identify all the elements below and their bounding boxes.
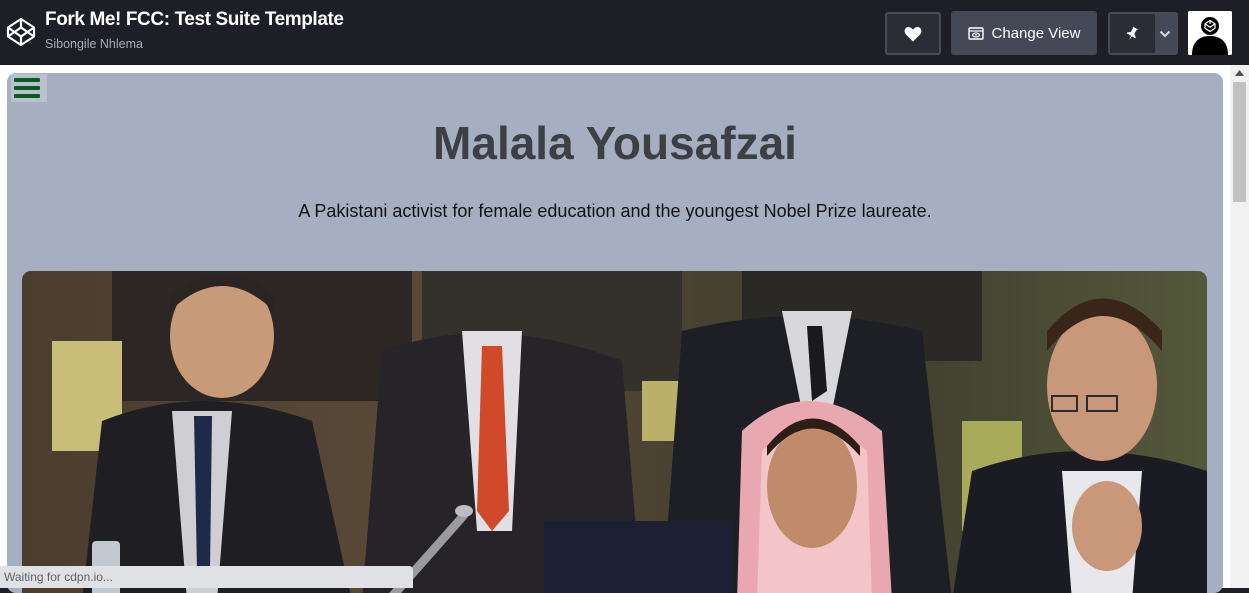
tribute-photo — [22, 271, 1207, 593]
pen-author[interactable]: Sibongile Nhlema — [45, 37, 143, 51]
scroll-up-icon[interactable] — [1230, 65, 1249, 81]
change-view-button[interactable]: Change View — [951, 11, 1097, 55]
pin-button[interactable] — [1110, 14, 1155, 53]
heart-button[interactable] — [885, 12, 941, 55]
hamburger-menu-icon[interactable] — [11, 74, 47, 102]
preview-frame: Malala Yousafzai A Pakistani activist fo… — [0, 65, 1249, 593]
pen-title[interactable]: Fork Me! FCC: Test Suite Template — [45, 9, 344, 31]
avatar-silhouette-icon — [1188, 11, 1232, 55]
editor-header: Fork Me! FCC: Test Suite Template Sibong… — [0, 0, 1249, 65]
change-view-label: Change View — [991, 24, 1081, 42]
page-title: Malala Yousafzai — [433, 117, 797, 169]
pin-button-group — [1108, 12, 1178, 55]
page-scrollbar[interactable] — [1230, 65, 1249, 588]
heart-icon — [904, 26, 922, 41]
eye-icon — [967, 26, 984, 40]
page-subtitle: A Pakistani activist for female educatio… — [298, 201, 932, 221]
tribute-page: Malala Yousafzai A Pakistani activist fo… — [7, 73, 1223, 593]
pin-icon — [1126, 25, 1139, 40]
pin-dropdown-button[interactable] — [1154, 14, 1176, 53]
scroll-thumb[interactable] — [1233, 82, 1246, 202]
chevron-down-icon — [1160, 30, 1171, 37]
codepen-logo-icon[interactable] — [4, 15, 38, 49]
browser-status-bar: Waiting for cdpn.io... — [0, 566, 413, 588]
avatar[interactable] — [1188, 11, 1232, 55]
